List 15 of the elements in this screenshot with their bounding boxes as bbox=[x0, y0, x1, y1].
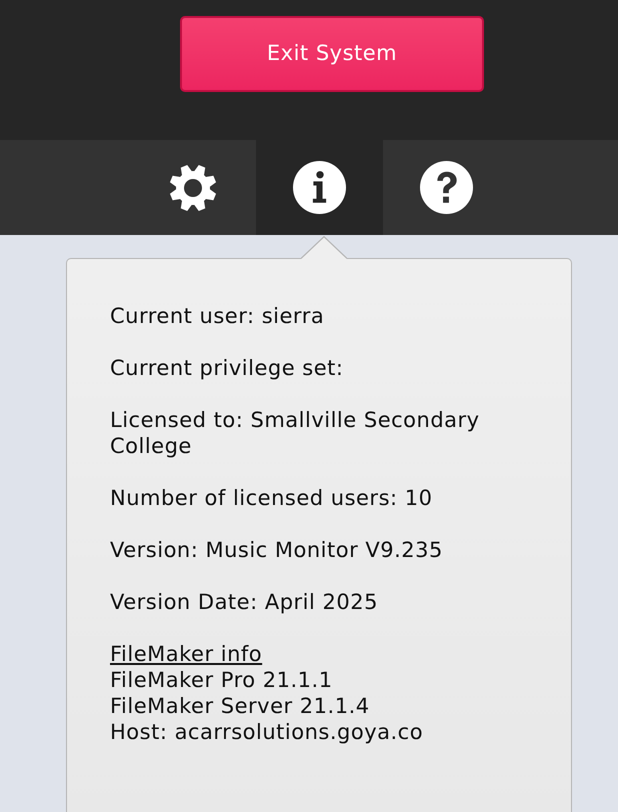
info-text: Licensed to: Smallville Secondary College bbox=[110, 407, 481, 459]
settings-icon bbox=[168, 164, 216, 212]
filemaker-info-link[interactable]: FileMaker info bbox=[110, 641, 262, 667]
help-icon bbox=[420, 161, 473, 214]
version-text: FileMaker Pro 21.1.1 bbox=[110, 667, 334, 693]
info-text: Number of licensed users: 10 bbox=[110, 485, 434, 511]
info-icon bbox=[293, 161, 346, 214]
exit-system-button[interactable]: Exit System bbox=[180, 16, 484, 92]
info-text: Current privilege set: bbox=[110, 355, 344, 381]
info-text: Version Date: April 2025 bbox=[110, 589, 379, 615]
info-text: Version: Music Monitor V9.235 bbox=[110, 537, 444, 563]
version-text: Host: acarrsolutions.goya.co bbox=[110, 719, 424, 745]
version-text: FileMaker Server 21.1.4 bbox=[110, 693, 371, 719]
info-text: Current user: sierra bbox=[110, 303, 326, 329]
info-tab[interactable] bbox=[256, 140, 383, 235]
